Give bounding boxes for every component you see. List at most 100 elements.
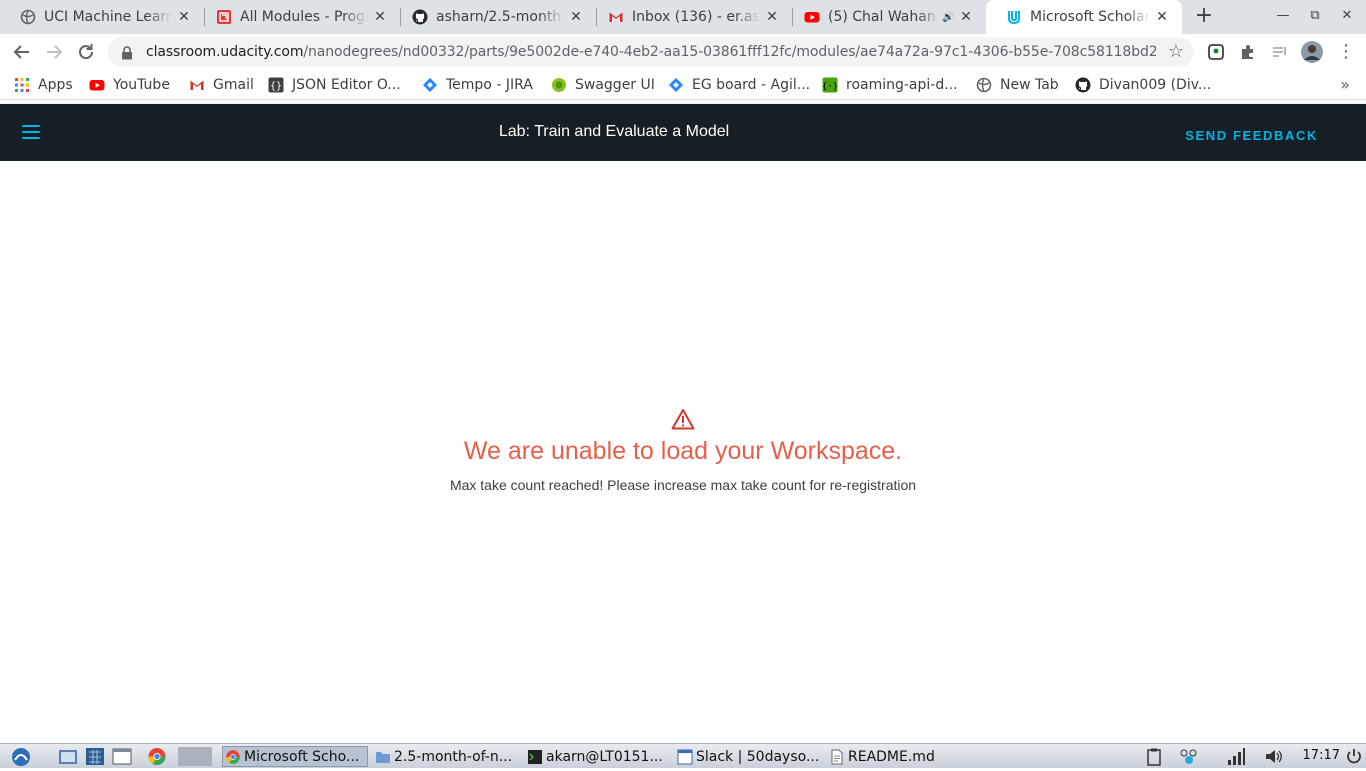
tab-title: (5) Chal Wahan Jaate Hain (828, 9, 940, 25)
taskbar-window-chrome[interactable]: Microsoft Scho... (222, 746, 368, 767)
taskbar-clock: 17:17 (1302, 748, 1340, 763)
taskbar-window-label: README.md (848, 748, 935, 765)
extension-icon[interactable] (1206, 42, 1226, 62)
bookmark-swagger[interactable]: Swagger UI (551, 75, 655, 95)
power-icon[interactable] (1344, 747, 1364, 766)
browser-tab[interactable]: All Modules - Progress ✕ (196, 0, 400, 34)
media-queue-icon[interactable] (1270, 42, 1290, 62)
back-arrow-icon[interactable] (10, 40, 34, 64)
modules-icon (216, 9, 232, 25)
svg-text:{}: {} (270, 81, 282, 92)
browser-tab[interactable]: asharn/2.5-month-of-nd ✕ (392, 0, 596, 34)
browser-toolbar: classroom.udacity.com/nanodegrees/nd0033… (0, 34, 1366, 70)
taskbar-window-folder[interactable]: 2.5-month-of-n... (373, 746, 521, 767)
restore-icon[interactable]: ⧉ (1305, 6, 1325, 26)
window-icon[interactable] (112, 747, 132, 766)
browser-tab[interactable]: UCI Machine Learning Repository ✕ (0, 0, 204, 34)
clipboard-icon[interactable] (1144, 747, 1164, 766)
api-icon: {·} (822, 77, 838, 93)
terminal-icon (528, 749, 542, 764)
apps-grid-icon (14, 77, 30, 93)
jira-icon (422, 77, 438, 93)
minimize-icon[interactable]: — (1273, 6, 1293, 26)
bookmark-star-icon[interactable]: ☆ (1168, 42, 1184, 62)
tab-title: Microsoft Scholarship Foundation (1030, 9, 1150, 25)
url-host: classroom.udacity.com (146, 44, 304, 60)
bookmark-label: Apps (38, 77, 73, 93)
close-icon[interactable]: ✕ (764, 9, 780, 25)
bookmark-divan009[interactable]: Divan009 (Div... (1075, 75, 1211, 95)
error-title: We are unable to load your Workspace. (463, 437, 903, 465)
close-icon[interactable]: ✕ (1154, 9, 1170, 25)
close-icon[interactable]: ✕ (958, 9, 974, 25)
json-icon: {} (268, 77, 284, 93)
taskbar-window-label: akarn@LT0151... (546, 748, 663, 765)
page-title: Lab: Train and Evaluate a Model (498, 123, 730, 140)
bookmark-roaming-api[interactable]: {·} roaming-api-d... (822, 75, 958, 95)
bookmark-tempo-jira[interactable]: Tempo - JIRA (422, 75, 533, 95)
bookmark-label: New Tab (1000, 77, 1059, 93)
desktop-preview[interactable] (178, 747, 212, 766)
document-icon (831, 749, 843, 764)
speaker-icon[interactable]: 🔊 (942, 12, 954, 23)
url-text: classroom.udacity.com/nanodegrees/nd0033… (146, 44, 1156, 60)
browser-tab[interactable]: (5) Chal Wahan Jaate Hain 🔊 ✕ (784, 0, 986, 34)
github-icon (412, 9, 428, 25)
bookmark-label: Divan009 (Div... (1099, 77, 1212, 93)
close-icon[interactable]: ✕ (176, 9, 192, 25)
bookmark-new-tab[interactable]: New Tab (976, 75, 1059, 95)
gmail-icon (189, 77, 205, 93)
chrome-icon (226, 749, 240, 764)
kebab-menu-icon[interactable]: ⋮ (1336, 42, 1356, 62)
browser-tab[interactable]: Inbox (136) - er.ashish ✕ (588, 0, 792, 34)
close-icon[interactable]: ✕ (568, 9, 584, 25)
start-menu-icon[interactable] (10, 747, 30, 766)
window-close-icon[interactable]: ✕ (1337, 6, 1357, 26)
bookmark-label: Tempo - JIRA (446, 77, 533, 93)
reload-icon[interactable] (74, 40, 98, 64)
avatar[interactable] (1300, 40, 1324, 64)
gmail-icon (608, 9, 624, 25)
close-icon[interactable]: ✕ (372, 9, 388, 25)
new-tab-button[interactable]: + (1192, 5, 1216, 29)
send-feedback-button[interactable]: SEND FEEDBACK (1185, 128, 1318, 143)
lock-icon (120, 45, 134, 60)
bookmarks-bar: Apps YouTube Gmail {} JSON Editor O... T… (0, 70, 1366, 100)
chrome-icon[interactable] (147, 747, 167, 766)
youtube-icon (89, 77, 105, 93)
file-manager-icon[interactable] (58, 747, 78, 766)
bookmark-youtube[interactable]: YouTube (89, 75, 170, 95)
jira-icon (668, 77, 684, 93)
window-icon (677, 749, 693, 764)
address-bar[interactable]: classroom.udacity.com/nanodegrees/nd0033… (108, 37, 1194, 67)
forward-arrow-icon[interactable] (42, 40, 66, 64)
bookmark-label: YouTube (113, 77, 170, 93)
browser-tab-active[interactable]: Microsoft Scholarship Foundation ✕ (986, 0, 1182, 34)
calculator-icon[interactable] (85, 747, 105, 766)
taskbar-window-terminal[interactable]: akarn@LT0151... (525, 746, 673, 767)
network-status-icon[interactable] (1178, 747, 1198, 766)
taskbar-window-slack[interactable]: Slack | 50dayso... (675, 746, 823, 767)
signal-strength-icon[interactable] (1226, 747, 1246, 766)
bookmark-label: JSON Editor O... (292, 77, 401, 93)
bookmark-apps[interactable]: Apps (14, 75, 73, 95)
taskbar-window-label: Slack | 50dayso... (696, 748, 820, 765)
folder-icon (376, 751, 390, 763)
app-header: Lab: Train and Evaluate a Model SEND FEE… (0, 104, 1366, 161)
bookmark-gmail[interactable]: Gmail (189, 75, 254, 95)
browser-tab-strip: UCI Machine Learning Repository ✕ All Mo… (0, 0, 1366, 34)
tab-title: asharn/2.5-month-of-nd (436, 9, 564, 25)
bookmark-label: roaming-api-d... (846, 77, 958, 93)
taskbar-window-readme[interactable]: README.md (827, 746, 975, 767)
volume-icon[interactable] (1264, 747, 1284, 766)
bookmark-eg-board[interactable]: EG board - Agil... (668, 75, 810, 95)
os-taskbar: Microsoft Scho... 2.5-month-of-n... akar… (0, 743, 1366, 768)
bookmark-json-editor[interactable]: {} JSON Editor O... (268, 75, 401, 95)
svg-text:{·}: {·} (822, 82, 838, 92)
youtube-icon (804, 9, 820, 25)
taskbar-window-label: 2.5-month-of-n... (394, 748, 513, 765)
github-icon (1075, 77, 1091, 93)
taskbar-window-label: Microsoft Scho... (244, 748, 360, 765)
puzzle-icon[interactable] (1238, 42, 1258, 62)
chevron-right-icon[interactable]: » (1340, 75, 1350, 94)
